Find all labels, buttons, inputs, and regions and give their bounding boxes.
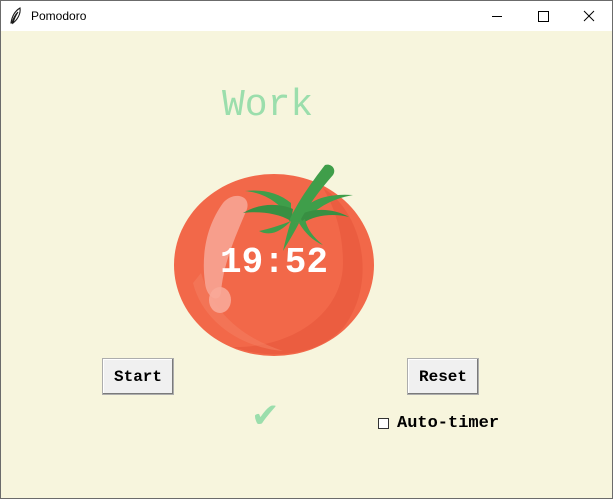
timer-display: 19:52 xyxy=(219,242,329,283)
minimize-icon xyxy=(492,16,502,17)
close-button[interactable] xyxy=(566,1,612,31)
maximize-icon xyxy=(538,11,549,22)
title-bar[interactable]: Pomodoro xyxy=(1,1,612,31)
main-content: Work 19:52 Start Reset ✔ Auto-timer xyxy=(1,31,612,498)
pomodoro-window: Pomodoro Work 19:52 Start Reset ✔ Auto-t… xyxy=(0,0,613,499)
check-marks: ✔ xyxy=(251,396,280,436)
maximize-button[interactable] xyxy=(520,1,566,31)
auto-timer-checkbox[interactable] xyxy=(378,417,389,429)
close-icon xyxy=(583,10,595,22)
window-title: Pomodoro xyxy=(31,9,87,23)
minimize-button[interactable] xyxy=(474,1,520,31)
auto-timer-checkbutton[interactable]: Auto-timer xyxy=(378,413,499,433)
start-button[interactable]: Start xyxy=(102,358,174,395)
auto-timer-label[interactable]: Auto-timer xyxy=(397,414,499,433)
reset-button[interactable]: Reset xyxy=(407,358,479,395)
feather-icon xyxy=(10,7,21,25)
mode-label: Work xyxy=(222,84,314,127)
